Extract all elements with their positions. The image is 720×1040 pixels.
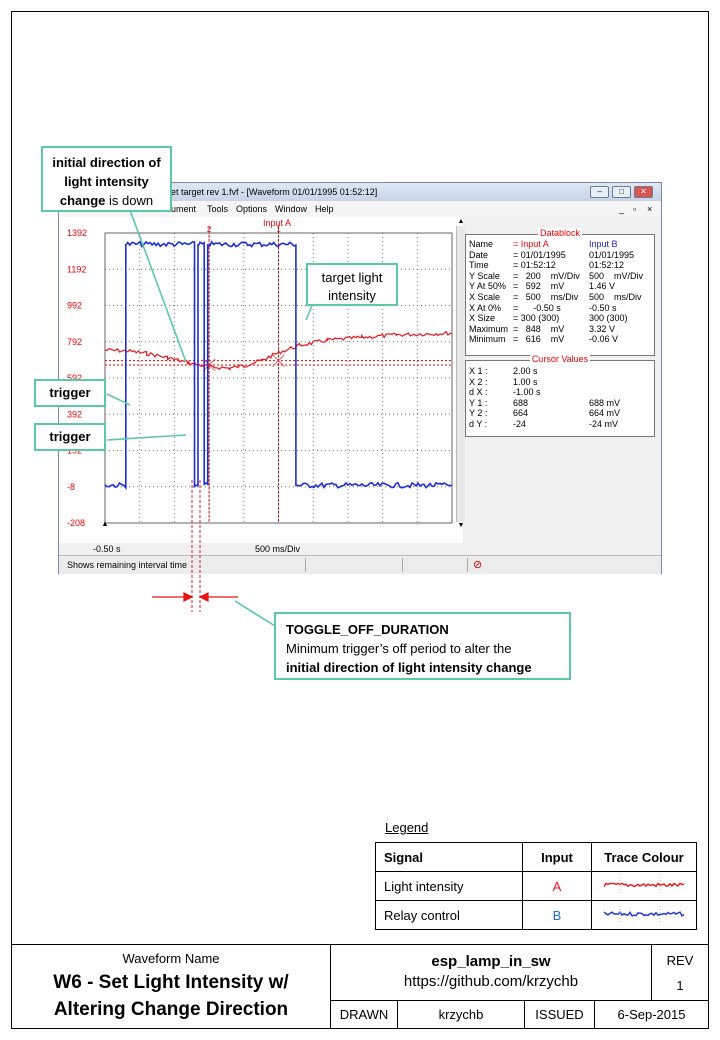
- legend-input: B: [522, 900, 592, 930]
- toggle-title: TOGGLE_OFF_DURATION: [286, 622, 449, 637]
- waveform-name-label: Waveform Name: [122, 951, 220, 966]
- arrowhead-left-icon: [198, 592, 209, 602]
- trace-colour-swatch: [603, 910, 685, 917]
- issued-value: 6-Sep-2015: [594, 1000, 709, 1029]
- drawn-label: DRAWN: [330, 1000, 398, 1029]
- titleblock-rev-cell: REV 1: [651, 944, 709, 1001]
- callout-target: target light intensity: [306, 263, 398, 306]
- rev-value: 1: [676, 978, 684, 993]
- drawn-value: krzychb: [397, 1000, 525, 1029]
- callout-leader-toggle: [234, 600, 276, 627]
- legend-caption: Legend: [385, 820, 429, 835]
- legend-table: Signal Input Trace Colour Light intensit…: [375, 842, 697, 930]
- rev-label: REV: [666, 953, 694, 968]
- arrowhead-right-icon: [183, 592, 194, 602]
- waveform-name-line1: W6 - Set Light Intensity w/: [53, 972, 289, 993]
- legend-row: Light intensity A: [375, 871, 697, 901]
- callout-target-text: target light intensity: [321, 270, 383, 303]
- callout-trigger-1: trigger: [34, 379, 106, 407]
- callout-toggle-off: TOGGLE_OFF_DURATION Minimum trigger’s of…: [274, 612, 571, 680]
- toggle-bold: initial direction of light intensity cha…: [286, 660, 532, 675]
- issued-label: ISSUED: [524, 1000, 595, 1029]
- callout-leader-trigger1: [106, 393, 131, 406]
- callout-direction-normal: is down: [105, 193, 154, 208]
- toggle-description: Minimum trigger’s off period to alter th…: [286, 641, 512, 656]
- titleblock-project-cell: esp_lamp_in_sw https://github.com/krzych…: [330, 944, 652, 1001]
- callout-initial-direction: initial direction of light intensity cha…: [41, 146, 172, 212]
- callout-leader-direction: [129, 209, 187, 363]
- project-name: esp_lamp_in_sw: [431, 953, 551, 970]
- legend-row: Relay control B: [375, 900, 697, 930]
- legend-header-input: Input: [522, 842, 592, 872]
- legend-signal: Relay control: [375, 900, 523, 930]
- waveform-name-line2: Altering Change Direction: [53, 999, 289, 1020]
- trace-colour-swatch: [603, 881, 685, 888]
- legend-signal: Light intensity: [375, 871, 523, 901]
- project-url: https://github.com/krzychb: [403, 973, 579, 990]
- legend-swatch: [591, 871, 697, 901]
- legend-swatch: [591, 900, 697, 930]
- callout-trigger-1-text: trigger: [49, 385, 91, 400]
- callout-trigger-2-text: trigger: [49, 429, 91, 444]
- legend-input: A: [522, 871, 592, 901]
- legend-header-colour: Trace Colour: [591, 842, 697, 872]
- legend-header-signal: Signal: [375, 842, 523, 872]
- callout-leader-trigger2: [106, 434, 187, 441]
- callout-trigger-2: trigger: [34, 423, 106, 451]
- titleblock-name-cell: Waveform Name W6 - Set Light Intensity w…: [11, 944, 331, 1029]
